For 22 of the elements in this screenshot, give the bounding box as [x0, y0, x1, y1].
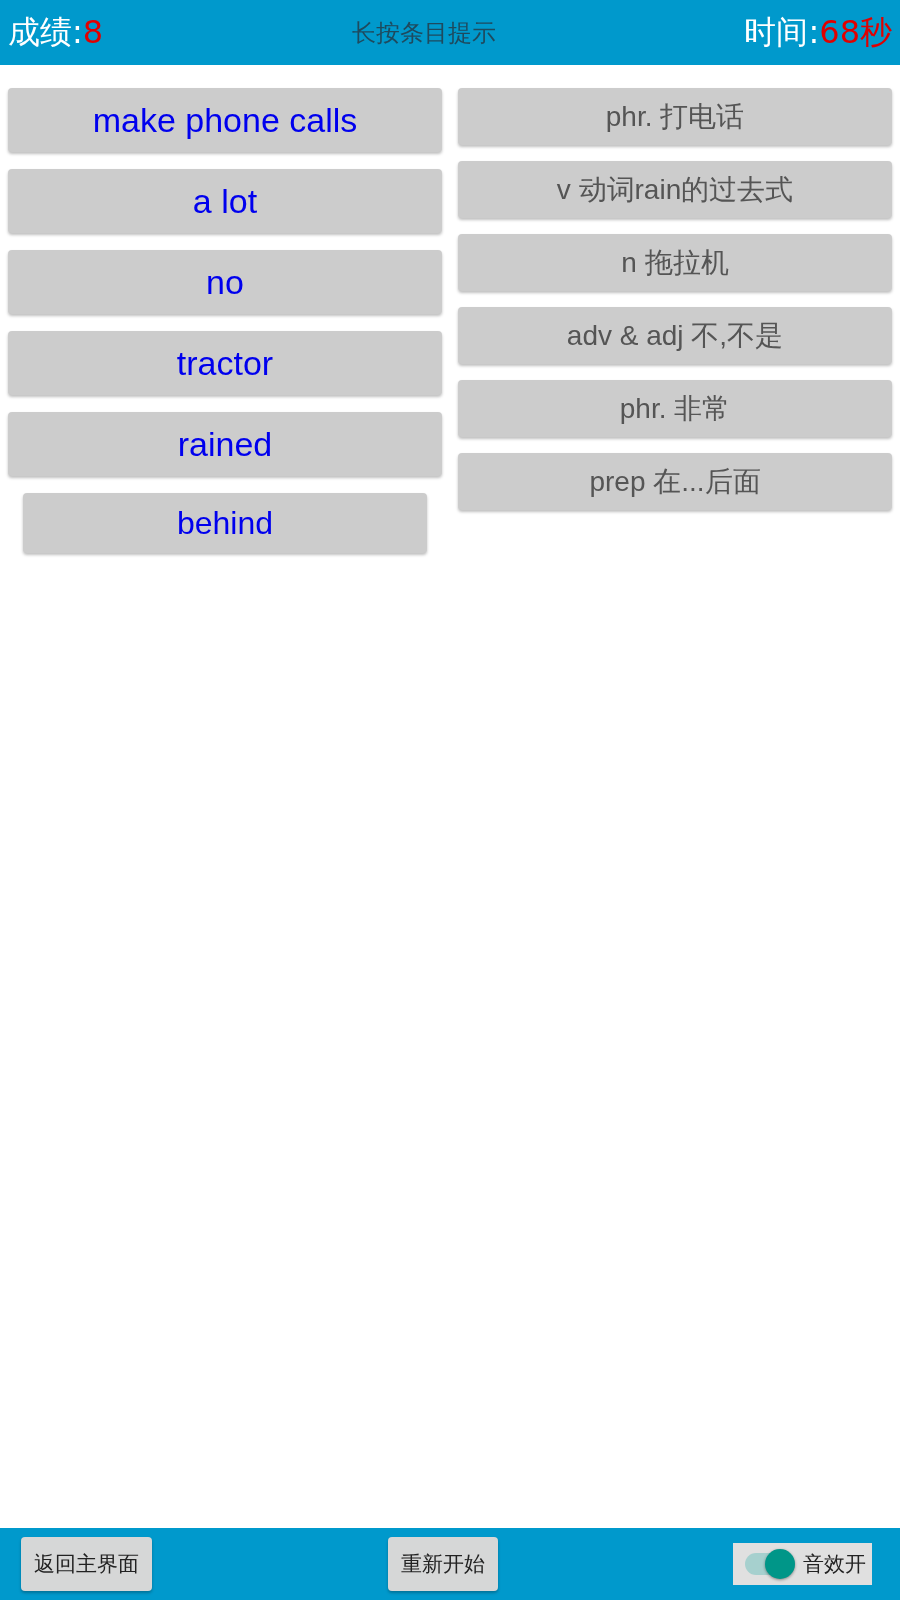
meaning-card[interactable]: adv & adj 不,不是 — [458, 307, 892, 364]
word-card[interactable]: make phone calls — [8, 88, 442, 152]
meaning-card[interactable]: n 拖拉机 — [458, 234, 892, 291]
switch-label: 音效开 — [803, 1551, 866, 1578]
sound-switch[interactable]: 音效开 — [733, 1543, 872, 1585]
switch-thumb[interactable] — [765, 1549, 795, 1579]
word-card[interactable]: rained — [8, 412, 442, 476]
restart-button[interactable]: 重新开始 — [387, 1537, 498, 1591]
time-label: 时间: — [744, 12, 820, 51]
meaning-card[interactable]: prep 在...后面 — [458, 453, 892, 510]
time-value: 68秒 — [819, 12, 892, 51]
hint-text: 长按条目提示 — [351, 17, 496, 49]
word-card[interactable]: a lot — [8, 169, 442, 233]
meaning-card[interactable]: phr. 非常 — [458, 380, 892, 437]
word-card[interactable]: tractor — [8, 331, 442, 395]
word-card[interactable]: behind — [23, 493, 427, 553]
score-value: 8 — [82, 12, 104, 51]
word-card[interactable]: no — [8, 250, 442, 314]
back-to-menu-button[interactable]: 返回主界面 — [21, 1537, 152, 1591]
meaning-card[interactable]: phr. 打电话 — [458, 88, 892, 145]
meaning-card[interactable]: v 动词rain的过去式 — [458, 161, 892, 218]
score-label: 成绩: — [8, 12, 83, 51]
